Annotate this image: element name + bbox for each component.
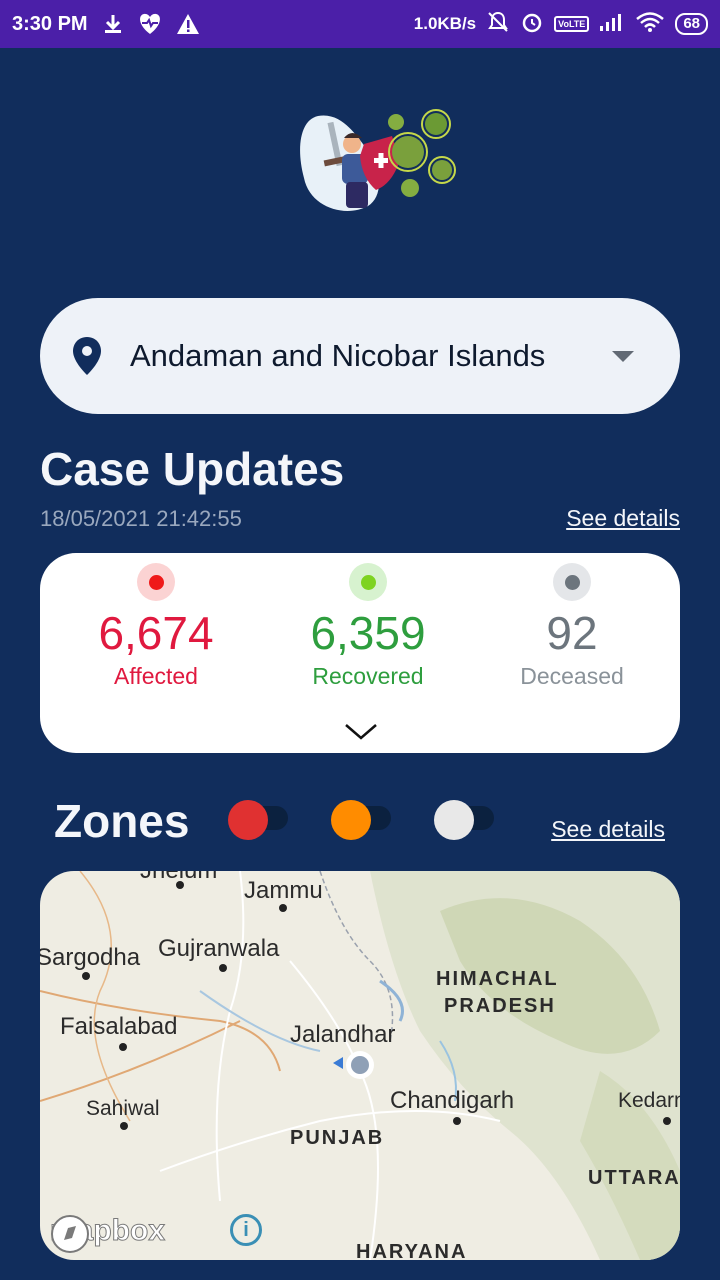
map-label-faisalabad: Faisalabad [60,1013,178,1040]
map-label-jhelum: Jhelum [140,871,217,885]
mute-icon [486,10,510,39]
expand-chevron-icon[interactable] [344,723,378,741]
case-stats-card[interactable]: 6,674 Affected 6,359 Recovered 92 Deceas… [40,553,680,753]
mapbox-logo-icon [51,1215,89,1253]
map-label-chandigarh: Chandigarh [390,1087,515,1114]
chevron-down-icon [612,350,634,362]
location-dropdown[interactable]: Andaman and Nicobar Islands [40,298,680,414]
map-label-jammu: Jammu [244,877,323,904]
red-zone-toggle[interactable] [228,800,292,840]
map-terrain [40,871,680,1260]
info-icon[interactable]: i [230,1214,262,1246]
battery-indicator: 68 [675,13,708,35]
deceased-dot-icon [553,563,591,601]
stat-affected: 6,674 Affected [56,563,256,690]
app-logo-illustration [296,108,464,220]
signal-icon [599,12,625,37]
case-updates-title: Case Updates [40,443,345,495]
download-icon [102,13,124,35]
recovered-label: Recovered [312,663,424,689]
affected-dot-icon [137,563,175,601]
orange-zone-toggle[interactable] [331,800,395,840]
affected-label: Affected [114,663,198,689]
zones-title: Zones [54,795,190,847]
stat-deceased: 92 Deceased [472,563,672,690]
stat-recovered: 6,359 Recovered [268,563,468,690]
map-label-gujranwala: Gujranwala [158,935,280,962]
status-bar: 3:30 PM 1.0KB/s VoLTE 68 [0,0,720,48]
case-updates-timestamp: 18/05/2021 21:42:55 [40,506,242,531]
deceased-count: 92 [546,607,598,659]
map-label-kedarnath: Kedarn [618,1089,680,1112]
recovered-count: 6,359 [310,607,426,659]
map-label-himachal: HIMACHAL [436,968,559,990]
network-speed: 1.0KB/s [413,14,477,33]
affected-count: 6,674 [98,607,214,659]
green-zone-toggle[interactable] [434,800,498,840]
case-see-details-link[interactable]: See details [566,505,680,532]
map-label-jalandhar: Jalandhar [290,1021,396,1048]
alarm-icon [520,10,544,39]
map-label-punjab: PUNJAB [290,1127,385,1149]
zones-map[interactable]: Jhelum Jammu Sargodha Gujranwala HIMACHA… [40,871,680,1260]
recovered-dot-icon [349,563,387,601]
map-label-uttarakhand: UTTARA [588,1167,680,1189]
map-label-haryana: HARYANA [356,1241,468,1260]
location-pin-icon [73,337,101,375]
status-time: 3:30 PM [12,12,88,35]
map-label-sahiwal: Sahiwal [86,1097,160,1120]
mapbox-attribution[interactable]: mapbox [49,1214,166,1253]
map-label-sargodha: Sargodha [40,944,141,971]
zones-see-details-link[interactable]: See details [551,816,665,843]
map-label-pradesh: PRADESH [444,995,556,1017]
deceased-label: Deceased [520,663,624,689]
volte-icon: VoLTE [554,16,590,32]
wifi-icon [635,11,665,38]
selected-location: Andaman and Nicobar Islands [130,338,546,373]
warning-icon [176,13,200,35]
heart-icon [136,12,164,36]
